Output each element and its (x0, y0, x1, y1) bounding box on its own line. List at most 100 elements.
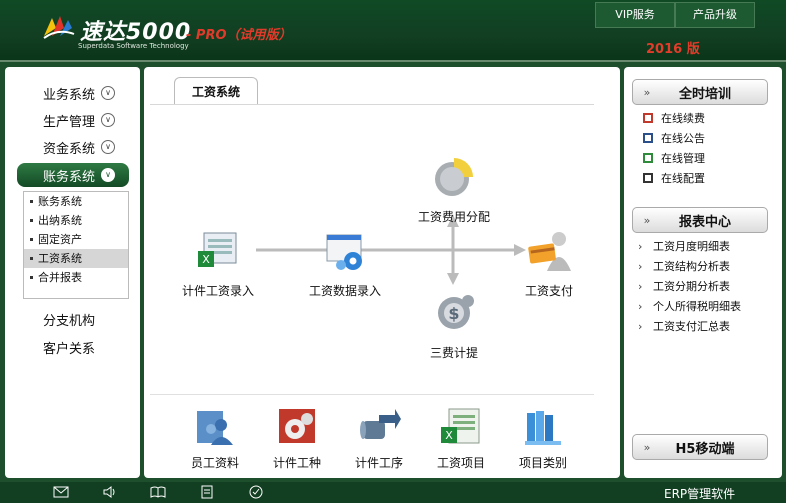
pie-chart-icon (435, 158, 473, 196)
footer-text: ERP管理软件 (664, 487, 736, 501)
chevron-right-icon: › (638, 239, 643, 253)
chevron-right-icon: › (638, 319, 643, 333)
node-label: 工资数据录入 (308, 284, 381, 298)
svg-text:X: X (202, 253, 210, 266)
salary-item-button[interactable]: X 工资项目 (426, 405, 496, 471)
item-category-button[interactable]: 项目类别 (508, 405, 578, 471)
accounting-submenu: 账务系统 出纳系统 固定资产 工资系统 合并报表 (23, 191, 129, 299)
chevron-down-icon: ∨ (101, 113, 116, 127)
double-chevron-icon: » (643, 440, 651, 454)
piecework-entry-node[interactable]: X 计件工资录入 (173, 227, 263, 299)
link-online-config[interactable]: 在线配置 (642, 169, 705, 187)
svg-text:$: $ (448, 304, 459, 323)
link-online-management[interactable]: 在线管理 (642, 149, 705, 167)
report-period-analysis[interactable]: › 工资分期分析表 (638, 277, 730, 295)
piecework-process-button[interactable]: 计件工序 (344, 405, 414, 471)
menu-crm[interactable]: 客户关系 (43, 338, 95, 357)
menu-label: 生产管理 (43, 114, 96, 130)
three-fees-node[interactable]: $ 三费计提 (409, 289, 499, 361)
gear-dollar-icon: $ (438, 295, 474, 329)
menu-business-system[interactable]: 业务系统 ∨ (17, 82, 129, 104)
book-icon[interactable] (150, 485, 166, 499)
right-sidebar: » 全时培训 在线续费 在线公告 在线管理 在线配置 » 报表中心 › 工资月度… (624, 67, 782, 478)
menu-label: 资金系统 (43, 141, 96, 157)
svg-text:X: X (445, 429, 453, 442)
double-chevron-icon: » (643, 85, 651, 99)
payment-card-person-icon (528, 232, 571, 271)
report-monthly-detail[interactable]: › 工资月度明细表 (638, 237, 730, 255)
book-green-icon (643, 153, 653, 163)
product-upgrade-button[interactable]: 产品升级 (675, 2, 755, 28)
employee-info-button[interactable]: 员工资料 (180, 405, 250, 471)
menu-accounting[interactable]: 账务系统 ∨ (17, 163, 129, 187)
version-year: 2016 版 (646, 42, 700, 57)
bottom-label: 项目类别 (518, 456, 567, 470)
bottom-label: 计件工种 (272, 456, 321, 470)
double-chevron-icon: » (643, 213, 651, 227)
submenu-accounting[interactable]: 账务系统 (24, 192, 128, 211)
panel-divider (150, 394, 594, 395)
mobile-title: H5移动端 (675, 441, 735, 457)
left-sidebar: 业务系统 ∨ 生产管理 ∨ 资金系统 ∨ 账务系统 ∨ 账务系统 出纳系统 固定… (5, 67, 140, 478)
node-label: 三费计提 (429, 346, 478, 360)
chevron-down-icon: ∨ (101, 168, 116, 182)
bottom-label: 员工资料 (190, 456, 239, 470)
cost-allocation-node[interactable]: 工资费用分配 (409, 153, 499, 225)
link-label: 工资月度明细表 (653, 240, 730, 253)
speaker-icon[interactable] (102, 485, 118, 499)
status-footer: ERP管理软件 (0, 482, 786, 503)
main-panel: 工资系统 X 计件工资录入 工资数据录入 工资费用分配 工资支付 $ 三费计提 … (144, 67, 620, 478)
bottom-label: 工资项目 (436, 456, 485, 470)
vip-service-button[interactable]: VIP服务 (595, 2, 675, 28)
menu-branches[interactable]: 分支机构 (43, 310, 95, 329)
employee-folder-icon (197, 411, 233, 445)
chevron-down-icon: ∨ (101, 140, 116, 154)
chevron-right-icon: › (638, 279, 643, 293)
piecework-type-button[interactable]: 计件工种 (262, 405, 332, 471)
bottom-label: 计件工序 (354, 456, 403, 470)
excel-sheet-icon: X (441, 408, 480, 444)
link-online-renewal[interactable]: 在线续费 (642, 109, 705, 127)
book-red-icon (643, 113, 653, 123)
report-center-title: 报表中心 (678, 214, 731, 230)
node-label: 工资支付 (524, 284, 573, 298)
edition-label: - PRO（试用版） (186, 28, 292, 43)
top-nav: VIP服务 产品升级 (595, 2, 755, 28)
link-label: 个人所得税明细表 (653, 300, 741, 313)
menu-production[interactable]: 生产管理 ∨ (17, 109, 129, 131)
report-center-header[interactable]: » 报表中心 (632, 207, 768, 233)
logo-icon (43, 16, 75, 39)
salary-data-entry-node[interactable]: 工资数据录入 (300, 227, 390, 299)
report-income-tax[interactable]: › 个人所得税明细表 (638, 297, 741, 315)
menu-label: 账务系统 (43, 169, 96, 185)
submenu-payroll[interactable]: 工资系统 (24, 249, 128, 268)
link-online-notice[interactable]: 在线公告 (642, 129, 705, 147)
link-label: 工资支付汇总表 (653, 320, 730, 333)
check-circle-icon[interactable] (248, 485, 264, 499)
menu-funds[interactable]: 资金系统 ∨ (17, 136, 129, 158)
salary-payment-node[interactable]: 工资支付 (504, 227, 594, 299)
link-label: 工资分期分析表 (653, 280, 730, 293)
chevron-right-icon: › (638, 259, 643, 273)
gear-window-icon (326, 234, 362, 270)
pipe-arrow-icon (360, 409, 401, 439)
books-icon (525, 411, 561, 445)
mail-icon[interactable] (53, 485, 69, 499)
report-payment-summary[interactable]: › 工资支付汇总表 (638, 317, 730, 335)
submenu-fixed-assets[interactable]: 固定资产 (24, 230, 128, 249)
document-icon[interactable] (199, 485, 215, 499)
node-label: 计件工资录入 (181, 284, 254, 298)
training-header[interactable]: » 全时培训 (632, 79, 768, 105)
submenu-consolidated[interactable]: 合并报表 (24, 268, 128, 287)
link-label: 在线管理 (661, 152, 705, 165)
brand-subtitle: Superdata Software Technology (78, 42, 189, 50)
submenu-cashier[interactable]: 出纳系统 (24, 211, 128, 230)
report-structure-analysis[interactable]: › 工资结构分析表 (638, 257, 730, 275)
link-label: 在线公告 (661, 132, 705, 145)
mobile-header[interactable]: » H5移动端 (632, 434, 768, 460)
spreadsheet-icon: X (198, 232, 237, 267)
book-dark-icon (643, 173, 653, 183)
app-header: 速达5000 Superdata Software Technology - P… (0, 0, 786, 62)
gear-box-icon (279, 409, 315, 443)
node-label: 工资费用分配 (417, 210, 490, 224)
